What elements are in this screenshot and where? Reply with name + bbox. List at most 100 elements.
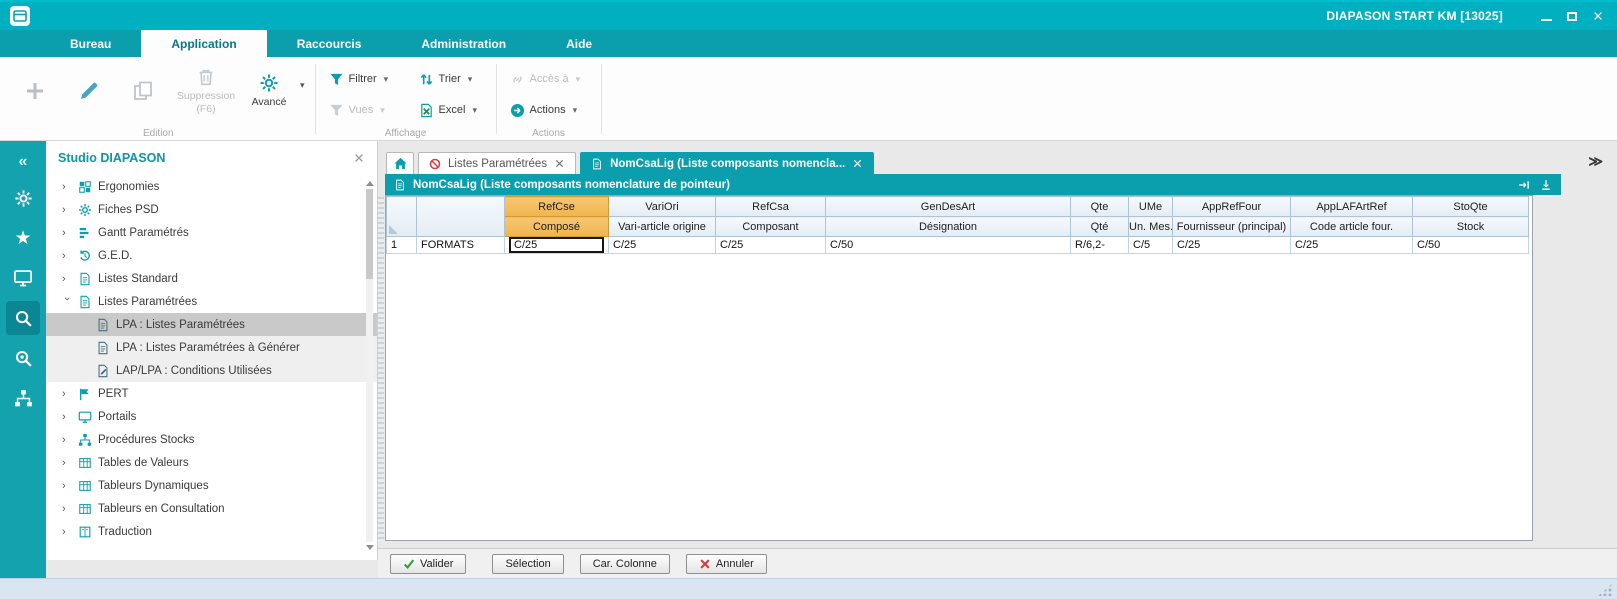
monitor-icon[interactable] — [6, 261, 40, 295]
tree-item-lpa-listes-parametrees[interactable]: LPA : Listes Paramétrées — [46, 313, 377, 336]
tree-item-conditions-utilisees[interactable]: LAP/LPA : Conditions Utilisées — [46, 359, 377, 382]
tree-item-procedures-stocks[interactable]: › Procédures Stocks — [46, 428, 377, 451]
menu-tab-raccourcis[interactable]: Raccourcis — [267, 30, 392, 57]
sitemap-icon[interactable] — [6, 381, 40, 415]
cell-stoqte[interactable]: C/50 — [1412, 236, 1529, 254]
column-header-refcse-label[interactable]: Composé — [504, 216, 609, 237]
column-header-ume-code[interactable]: UMe — [1128, 196, 1173, 217]
column-header-applafartref-code[interactable]: AppLAFArtRef — [1290, 196, 1413, 217]
delete-button[interactable]: Suppression (F6) — [170, 60, 242, 122]
selection-button[interactable]: Sélection — [492, 553, 564, 574]
column-header-apprefour-label[interactable]: Fournisseur (principal) — [1172, 216, 1291, 237]
menu-tab-administration[interactable]: Administration — [391, 30, 536, 57]
search-icon[interactable] — [6, 301, 40, 335]
chevron-right-icon: › — [62, 456, 66, 469]
cell-editor[interactable]: C/25 — [509, 237, 604, 253]
cell-qte[interactable]: R/6,2- — [1070, 236, 1129, 254]
column-header-ume-label[interactable]: Un. Mes. — [1128, 216, 1173, 237]
tab-listes-parametrees[interactable]: Listes Paramétrées — [418, 152, 577, 174]
sidebar-scrollbar[interactable] — [364, 181, 375, 550]
tree-item-tables-de-valeurs[interactable]: › Tables de Valeurs — [46, 451, 377, 474]
tab-overflow-button[interactable]: ≫ — [1588, 153, 1617, 174]
column-header-apprefour-code[interactable]: AppRefFour — [1172, 196, 1291, 217]
home-tab-button[interactable] — [386, 152, 414, 174]
grid-vertical-scrollbar[interactable] — [378, 197, 384, 542]
edit-button[interactable] — [62, 60, 116, 122]
scroll-down-icon[interactable] — [365, 545, 374, 550]
cell-refcse-editing[interactable]: C/25 — [504, 236, 609, 254]
cell-refcsa[interactable]: C/25 — [715, 236, 826, 254]
tree-item-ergonomies[interactable]: › Ergonomies — [46, 175, 377, 198]
minimize-button[interactable] — [1533, 4, 1559, 28]
chevron-right-icon: › — [62, 203, 66, 216]
advanced-dropdown-caret[interactable]: ▾ — [296, 80, 309, 91]
tab-nomcsalig[interactable]: NomCsaLig (Liste composants nomencla... — [580, 152, 875, 174]
tree-item-tableurs-consultation[interactable]: › Tableurs en Consultation — [46, 497, 377, 520]
settings-icon[interactable] — [6, 181, 40, 215]
search-detail-icon[interactable] — [6, 341, 40, 375]
window-title: DIAPASON START KM [13025] — [1326, 9, 1503, 23]
tree-item-listes-standard[interactable]: › Listes Standard — [46, 267, 377, 290]
copy-button[interactable] — [116, 60, 170, 122]
column-header-variori-code[interactable]: VariOri — [608, 196, 716, 217]
column-header-name[interactable] — [416, 196, 505, 237]
column-header-gendesart-label[interactable]: Désignation — [825, 216, 1071, 237]
tree-item-gantt[interactable]: › Gantt Paramétrés — [46, 221, 377, 244]
column-header-variori-label[interactable]: Vari-article origine — [608, 216, 716, 237]
cell-applafartref[interactable]: C/25 — [1290, 236, 1413, 254]
studio-panel-close-button[interactable] — [351, 150, 367, 166]
tree-item-portails[interactable]: › Portails — [46, 405, 377, 428]
go-to-end-icon[interactable] — [1518, 179, 1530, 191]
tree-item-lpa-a-generer[interactable]: LPA : Listes Paramétrées à Générer — [46, 336, 377, 359]
app-logo-icon[interactable] — [10, 6, 30, 26]
cell-ume[interactable]: C/5 — [1128, 236, 1173, 254]
actions-button[interactable]: Actions ▾ — [503, 98, 595, 122]
download-icon[interactable] — [1540, 179, 1552, 191]
tree-item-pert[interactable]: › PERT — [46, 382, 377, 405]
ribbon: Suppression (F6) Avancé ▾ Edition Filtrer… — [0, 57, 1617, 141]
monitor-icon — [78, 410, 92, 424]
tree-item-ged[interactable]: › G.E.D. — [46, 244, 377, 267]
column-header-applafartref-label[interactable]: Code article four. — [1290, 216, 1413, 237]
menu-tab-aide[interactable]: Aide — [536, 30, 622, 57]
column-header-qte-label[interactable]: Qté — [1070, 216, 1129, 237]
column-header-refcse-code[interactable]: RefCse — [504, 196, 609, 217]
scrollbar-thumb[interactable] — [366, 189, 373, 279]
filter-button[interactable]: Filtrer ▾ — [322, 67, 412, 91]
tree-item-traduction[interactable]: › Traduction — [46, 520, 377, 543]
views-button[interactable]: Vues ▾ — [322, 98, 412, 122]
excel-button[interactable]: Excel ▾ — [412, 98, 490, 122]
tree-item-tableurs-dynamiques[interactable]: › Tableurs Dynamiques — [46, 474, 377, 497]
cell-apprefour[interactable]: C/25 — [1172, 236, 1291, 254]
column-header-qte-code[interactable]: Qte — [1070, 196, 1129, 217]
advanced-button[interactable]: Avancé — [242, 60, 296, 122]
collapse-sidebar-icon[interactable]: « — [19, 153, 28, 171]
resize-grip[interactable] — [1598, 583, 1613, 596]
cell-name[interactable]: FORMATS — [416, 236, 505, 254]
column-header-stoqte-code[interactable]: StoQte — [1412, 196, 1529, 217]
column-header-stoqte-label[interactable]: Stock — [1412, 216, 1529, 237]
column-header-gendesart-code[interactable]: GenDesArt — [825, 196, 1071, 217]
scroll-up-icon[interactable] — [365, 181, 374, 186]
maximize-button[interactable] — [1559, 4, 1585, 28]
tree-item-fiches-psd[interactable]: › Fiches PSD — [46, 198, 377, 221]
cell-gendesart[interactable]: C/50 — [825, 236, 1071, 254]
cell-variori[interactable]: C/25 — [608, 236, 716, 254]
favorites-icon[interactable]: ★ — [6, 221, 40, 255]
row-number-cell[interactable]: 1 — [386, 236, 417, 254]
tree-item-listes-parametrees[interactable]: › Listes Paramétrées — [46, 290, 377, 313]
menu-tab-bureau[interactable]: Bureau — [40, 30, 141, 57]
close-tab-icon[interactable] — [852, 158, 863, 169]
column-characteristics-button[interactable]: Car. Colonne — [579, 553, 670, 574]
cancel-button[interactable]: Annuler — [685, 553, 767, 574]
add-button[interactable] — [8, 60, 62, 122]
menu-tab-application[interactable]: Application — [141, 30, 267, 57]
sort-button[interactable]: Trier ▾ — [412, 67, 490, 91]
access-button[interactable]: Accès à ▾ — [503, 67, 595, 91]
close-button[interactable] — [1585, 4, 1611, 28]
column-header-refcsa-label[interactable]: Composant — [715, 216, 826, 237]
grid-corner-cell[interactable] — [386, 196, 417, 237]
column-header-refcsa-code[interactable]: RefCsa — [715, 196, 826, 217]
validate-button[interactable]: Valider — [390, 553, 467, 574]
close-tab-icon[interactable] — [554, 158, 565, 169]
